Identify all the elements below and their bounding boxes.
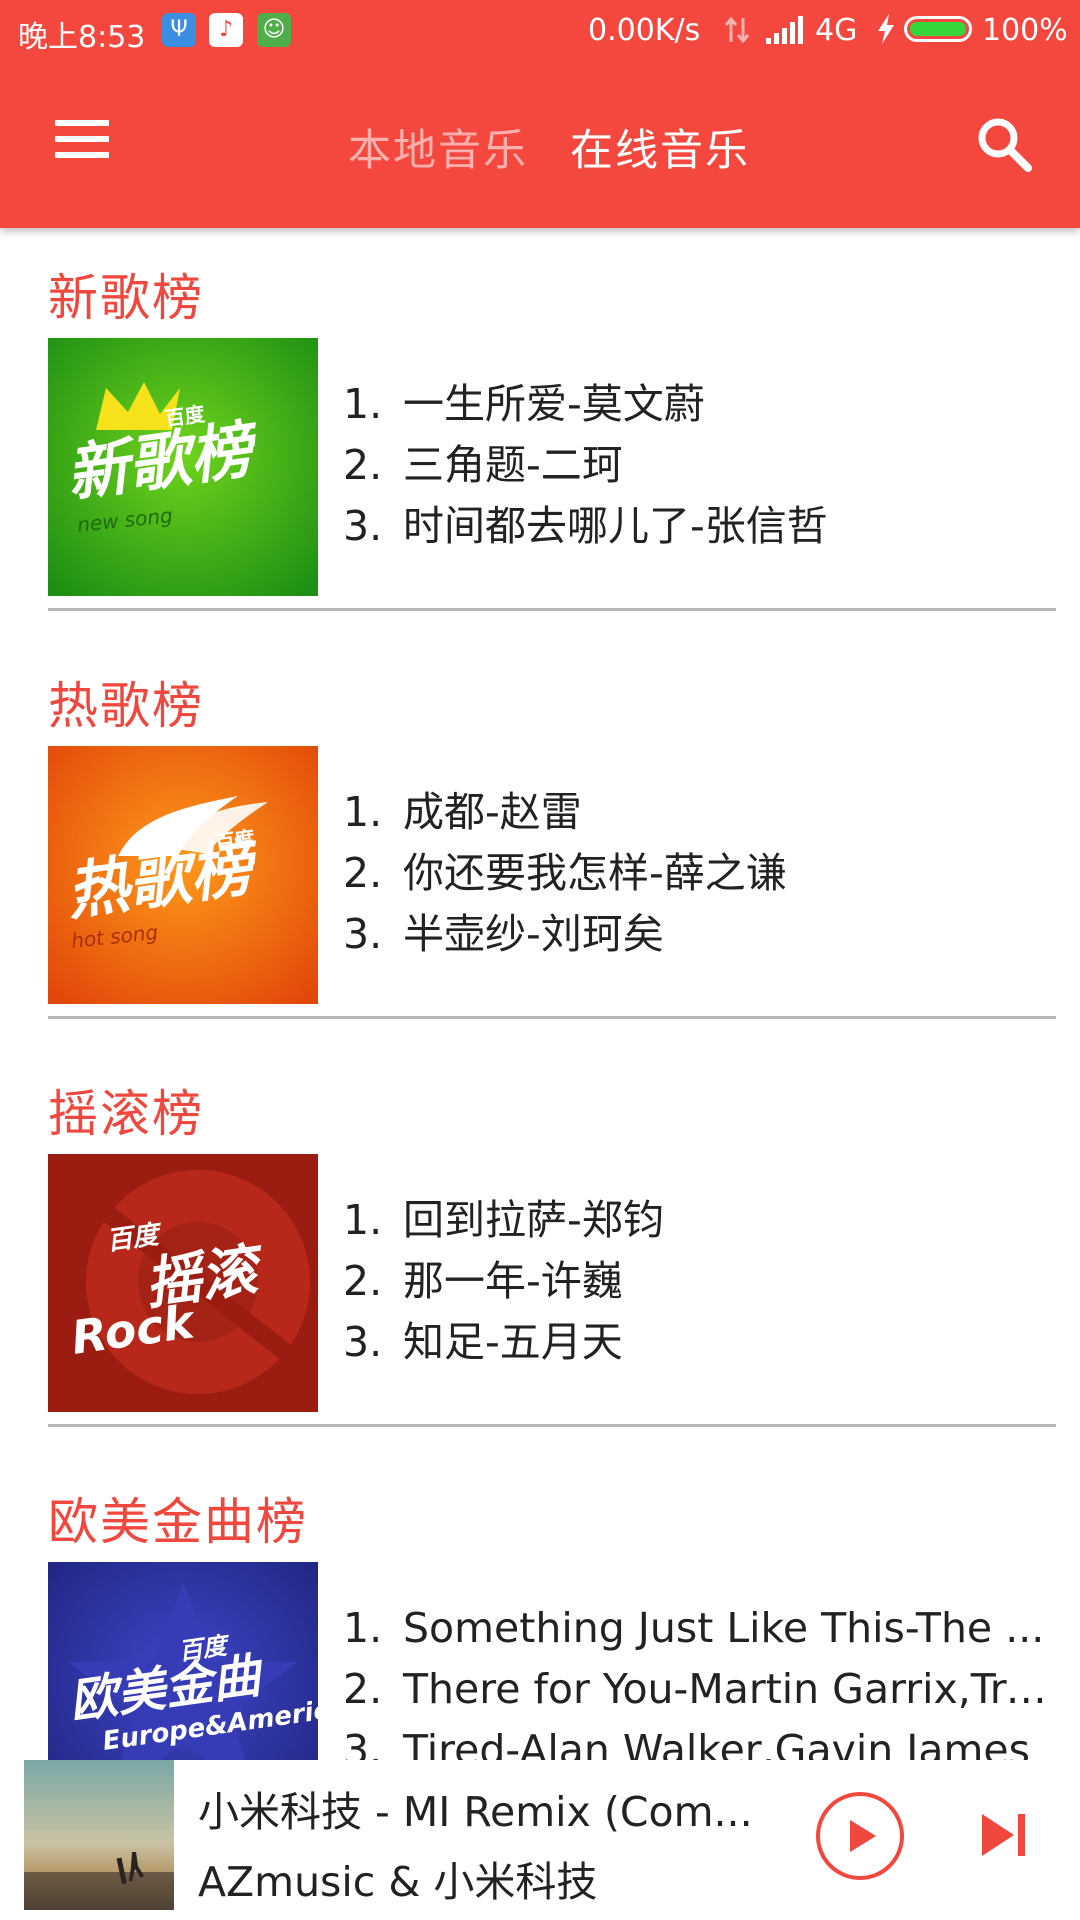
song-title: 半壶纱-刘珂矣 <box>403 910 664 958</box>
android-debug-icon: ☺ <box>257 13 291 47</box>
usb-icon: Ψ <box>162 13 196 47</box>
section-divider <box>48 608 1056 611</box>
music-notification-icon: ♪ <box>209 13 243 47</box>
play-icon[interactable] <box>816 1792 904 1880</box>
song-title: 成都-赵雷 <box>403 788 582 836</box>
section-divider <box>48 1424 1056 1427</box>
data-transfer-arrows-icon <box>724 16 750 44</box>
song-item[interactable]: 3. 半壶纱-刘珂矣 <box>343 904 1055 965</box>
song-item[interactable]: 3. 知足-五月天 <box>343 1312 1055 1373</box>
section-title: 欧美金曲榜 <box>48 1493 308 1551</box>
status-time: 晚上8:53 <box>18 20 146 55</box>
chart-section-western-hits[interactable]: 欧美金曲榜 百度 欧美金曲 Europe&America 1. Somethin… <box>48 1452 1056 1760</box>
section-title: 热歌榜 <box>48 677 204 735</box>
song-rank: 3. <box>343 502 383 550</box>
song-rank: 2. <box>343 849 383 897</box>
chart-section-hot-songs[interactable]: 热歌榜 百度 热歌榜 hot song 1. 成都-赵雷 2. 你还要我怎样-薛… <box>48 636 1056 1044</box>
hamburger-menu-icon[interactable] <box>52 116 112 162</box>
search-icon[interactable] <box>974 114 1034 174</box>
song-list: 1. 一生所爱-莫文蔚 2. 三角题-二珂 3. 时间都去哪儿了-张信哲 <box>343 374 1055 557</box>
song-list: 1. 回到拉萨-郑钧 2. 那一年-许巍 3. 知足-五月天 <box>343 1190 1055 1373</box>
song-title: Something Just Like This-The ... <box>403 1604 1045 1652</box>
song-rank: 1. <box>343 380 383 428</box>
song-rank: 2. <box>343 1257 383 1305</box>
song-item[interactable]: 1. 成都-赵雷 <box>343 782 1055 843</box>
song-item[interactable]: 2. 三角题-二珂 <box>343 435 1055 496</box>
song-rank: 3. <box>343 910 383 958</box>
chart-cover-rock[interactable]: 百度 摇滚 Rock <box>48 1154 318 1412</box>
skip-next-icon[interactable] <box>980 1810 1032 1860</box>
song-item[interactable]: 3. 时间都去哪儿了-张信哲 <box>343 496 1055 557</box>
song-rank: 1. <box>343 788 383 836</box>
song-item[interactable]: 2. There for You-Martin Garrix,Tro... <box>343 1659 1055 1720</box>
now-playing-artist: AZmusic & 小米科技 <box>198 1858 598 1906</box>
song-rank: 1. <box>343 1604 383 1652</box>
signal-strength-icon <box>766 16 803 44</box>
song-list: 1. Something Just Like This-The ... 2. The… <box>343 1598 1055 1760</box>
song-rank: 2. <box>343 1665 383 1713</box>
song-title: 那一年-许巍 <box>403 1257 623 1305</box>
song-title: 三角题-二珂 <box>403 441 623 489</box>
chart-list: 新歌榜 百度 新歌榜 new song 1. 一生所爱-莫文蔚 2. 三角题-二… <box>0 228 1080 1760</box>
section-divider <box>48 1016 1056 1019</box>
song-item[interactable]: 1. 回到拉萨-郑钧 <box>343 1190 1055 1251</box>
toolbar: 本地音乐 在线音乐 <box>0 62 1080 228</box>
section-title: 摇滚榜 <box>48 1085 204 1143</box>
song-item[interactable]: 3. Tired-Alan Walker,Gavin James <box>343 1720 1055 1760</box>
song-title: 你还要我怎样-薛之谦 <box>403 849 787 897</box>
section-title: 新歌榜 <box>48 269 204 327</box>
song-title: 一生所爱-莫文蔚 <box>403 380 705 428</box>
chart-cover-western-hits[interactable]: 百度 欧美金曲 Europe&America <box>48 1562 318 1760</box>
song-list: 1. 成都-赵雷 2. 你还要我怎样-薛之谦 3. 半壶纱-刘珂矣 <box>343 782 1055 965</box>
chart-section-rock[interactable]: 摇滚榜 百度 摇滚 Rock 1. 回到拉萨-郑钧 2. 那一年-许巍 3. 知足-五… <box>48 1044 1056 1452</box>
now-playing-album-art[interactable] <box>24 1760 174 1910</box>
chart-section-new-songs[interactable]: 新歌榜 百度 新歌榜 new song 1. 一生所爱-莫文蔚 2. 三角题-二… <box>48 228 1056 636</box>
song-title: 回到拉萨-郑钧 <box>403 1196 664 1244</box>
song-rank: 3. <box>343 1318 383 1366</box>
song-title: There for You-Martin Garrix,Tro... <box>403 1665 1055 1713</box>
song-item[interactable]: 1. 一生所爱-莫文蔚 <box>343 374 1055 435</box>
song-rank: 3. <box>343 1726 383 1760</box>
song-rank: 1. <box>343 1196 383 1244</box>
battery-level-fill <box>910 22 966 36</box>
song-title: 时间都去哪儿了-张信哲 <box>403 502 828 550</box>
song-title: Tired-Alan Walker,Gavin James <box>403 1726 1030 1760</box>
charging-bolt-icon <box>878 14 894 44</box>
song-item[interactable]: 1. Something Just Like This-The ... <box>343 1598 1055 1659</box>
song-item[interactable]: 2. 你还要我怎样-薛之谦 <box>343 843 1055 904</box>
tab-local-music[interactable]: 本地音乐 <box>348 116 528 178</box>
app-bar: 晚上8:53 Ψ ♪ ☺ 0.00K/s 4G 100% 本地音乐 在线音乐 <box>0 0 1080 228</box>
music-app-screen: 晚上8:53 Ψ ♪ ☺ 0.00K/s 4G 100% 本地音乐 在线音乐 新… <box>0 0 1080 1920</box>
now-playing-title: 小米科技 - MI Remix (Com... <box>198 1788 753 1836</box>
battery-icon <box>904 16 972 42</box>
net-speed: 0.00K/s <box>588 13 701 48</box>
song-rank: 2. <box>343 441 383 489</box>
song-item[interactable]: 2. 那一年-许巍 <box>343 1251 1055 1312</box>
mini-player[interactable]: 小米科技 - MI Remix (Com... AZmusic & 小米科技 <box>0 1760 1080 1920</box>
battery-percent: 100% <box>982 13 1068 48</box>
song-title: 知足-五月天 <box>403 1318 623 1366</box>
network-type: 4G <box>815 13 858 48</box>
chart-cover-hot-songs[interactable]: 百度 热歌榜 hot song <box>48 746 318 1004</box>
tab-online-music[interactable]: 在线音乐 <box>570 116 750 178</box>
chart-cover-new-songs[interactable]: 百度 新歌榜 new song <box>48 338 318 596</box>
status-bar: 晚上8:53 Ψ ♪ ☺ 0.00K/s 4G 100% <box>0 0 1080 62</box>
